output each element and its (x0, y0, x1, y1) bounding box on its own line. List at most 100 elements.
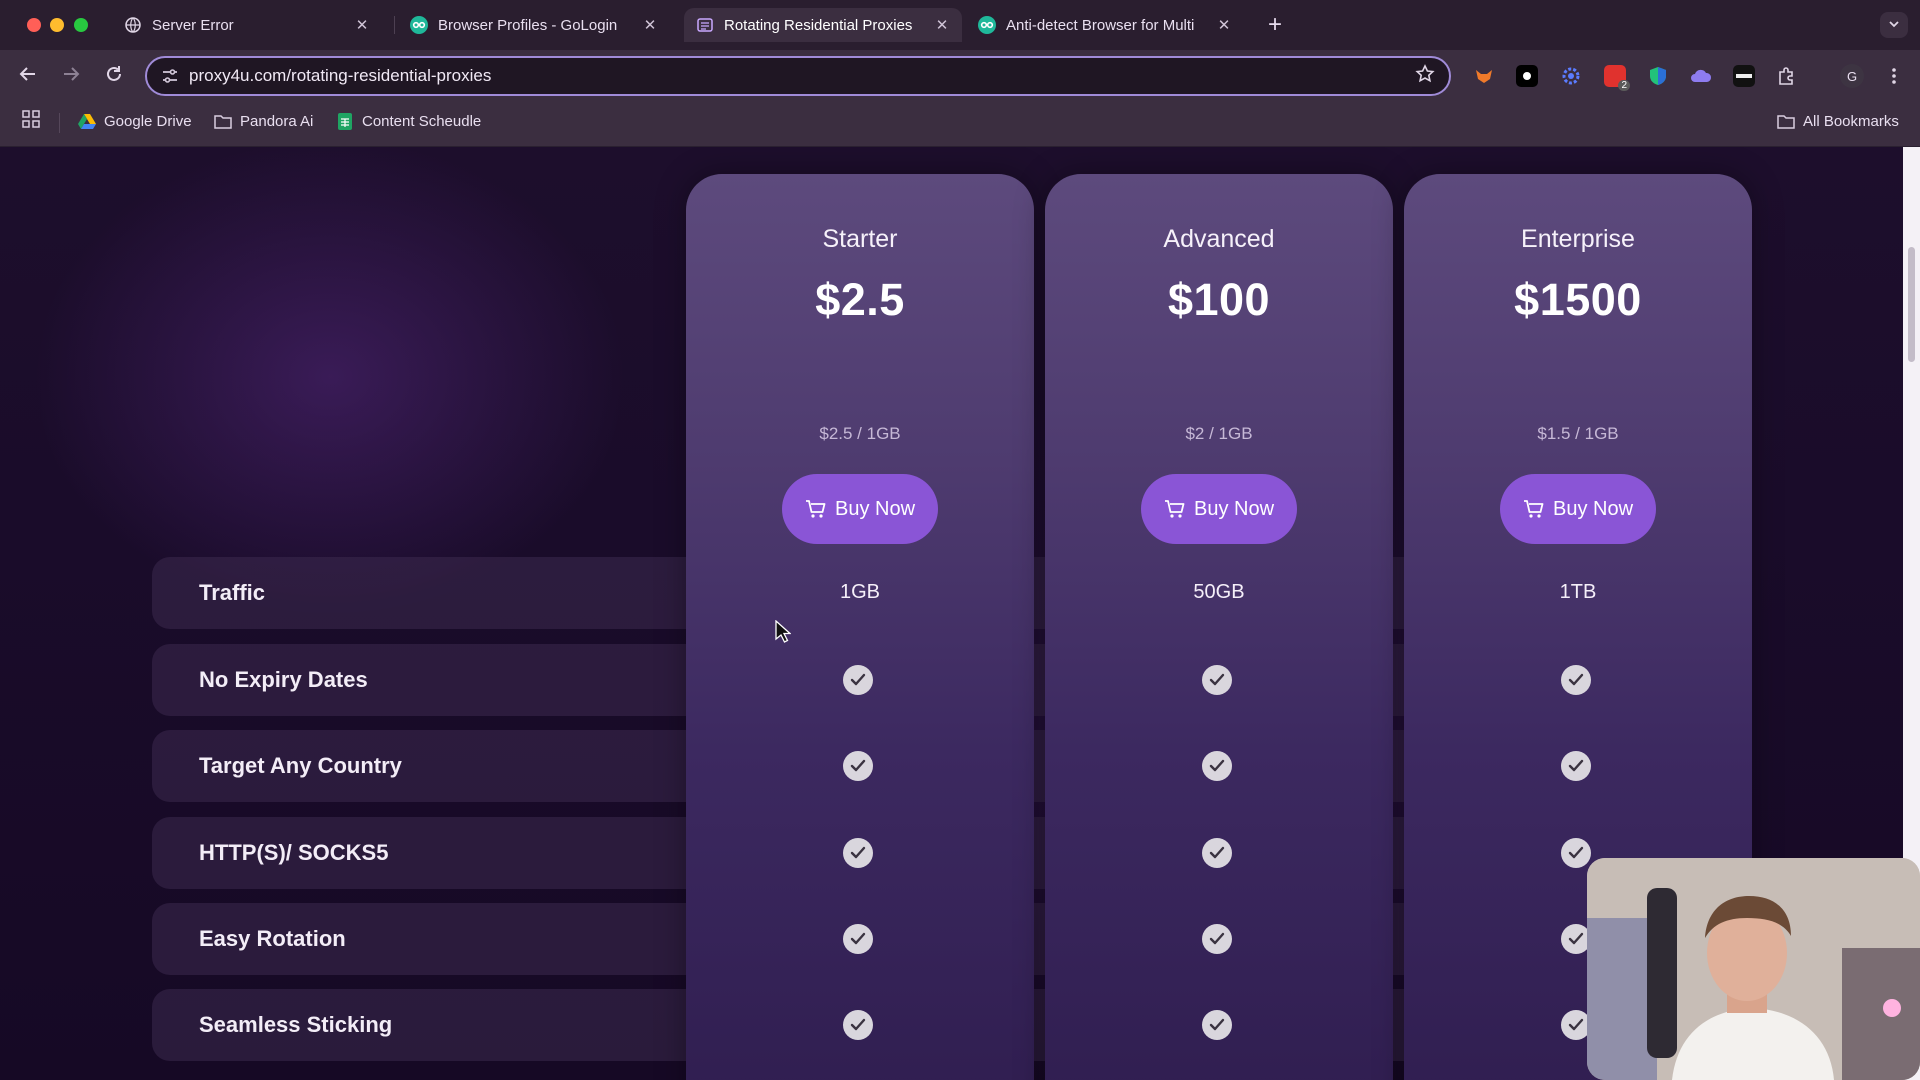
webcam-overlay (1587, 858, 1920, 1080)
all-bookmarks-button[interactable]: All Bookmarks (1777, 103, 1899, 139)
tab-anti-detect-browser[interactable]: Anti-detect Browser for Multi ✕ (966, 8, 1244, 42)
cart-icon (1523, 498, 1545, 520)
tab-close-icon[interactable]: ✕ (638, 16, 662, 34)
plan-price: $2.5 (815, 274, 905, 325)
forward-button[interactable] (56, 62, 86, 92)
fox-extension-icon[interactable] (1473, 65, 1495, 87)
feature-label: Easy Rotation (199, 926, 346, 951)
shield-extension-icon[interactable] (1647, 65, 1669, 87)
bookmark-label: Content Scheudle (362, 112, 482, 130)
feature-label: Target Any Country (199, 753, 402, 778)
buy-now-button-advanced[interactable]: Buy Now (1141, 474, 1297, 544)
check-icon (1561, 838, 1591, 868)
buy-now-button-enterprise[interactable]: Buy Now (1500, 474, 1656, 544)
mouse-cursor-icon (775, 620, 791, 643)
tab-close-icon[interactable]: ✕ (1212, 16, 1236, 34)
window-minimize-button[interactable] (50, 18, 64, 32)
bookmark-content-scheudle[interactable]: Content Scheudle (336, 103, 481, 139)
plan-name: Starter (822, 225, 898, 253)
apps-grid-button[interactable] (22, 103, 40, 139)
tab-title: Rotating Residential Proxies (724, 16, 913, 34)
bookmark-google-drive[interactable]: Google Drive (78, 103, 192, 139)
plan-unit-price: $2.5 / 1GB (819, 424, 901, 443)
plan-name: Advanced (1163, 225, 1275, 253)
check-icon (843, 838, 873, 868)
buy-now-label: Buy Now (834, 497, 916, 520)
tab-rotating-residential-proxies[interactable]: Rotating Residential Proxies ✕ (684, 8, 962, 42)
feature-label: Seamless Sticking (199, 1012, 393, 1037)
sheets-icon (336, 112, 354, 130)
tab-title: Anti-detect Browser for Multi (1006, 16, 1195, 34)
buy-now-button-starter[interactable]: Buy Now (782, 474, 938, 544)
google-drive-icon (78, 113, 96, 129)
presenter-video (1587, 858, 1920, 1080)
feature-label: No Expiry Dates (199, 667, 368, 692)
camera-extension-icon[interactable] (1516, 65, 1538, 87)
buy-now-label: Buy Now (1552, 497, 1634, 520)
gologin-icon (978, 16, 996, 34)
tab-close-icon[interactable]: ✕ (350, 16, 374, 34)
tab-close-icon[interactable]: ✕ (930, 16, 954, 34)
folder-icon (214, 113, 232, 129)
chevron-down-icon (1888, 18, 1900, 32)
bookmarks-divider (59, 113, 60, 133)
arrow-right-icon (64, 67, 80, 81)
plan-card-starter: Starter $2.5 $2.5 / 1GB Buy Now 1GB (686, 174, 1034, 1080)
check-icon (843, 751, 873, 781)
tab-title: Server Error (152, 16, 234, 34)
cloud-extension-icon[interactable] (1690, 65, 1712, 87)
bookmark-pandora-ai[interactable]: Pandora Ai (214, 103, 313, 139)
traffic-value: 50GB (1193, 581, 1245, 603)
check-icon (1561, 751, 1591, 781)
scrollbar-thumb[interactable] (1908, 247, 1915, 362)
back-button[interactable] (13, 62, 43, 92)
reload-button[interactable] (99, 62, 129, 92)
url-text: proxy4u.com/rotating-residential-proxies (189, 66, 492, 85)
plan-card-advanced: Advanced $100 $2 / 1GB Buy Now 50GB (1045, 174, 1393, 1080)
check-icon (843, 665, 873, 695)
new-tab-button[interactable]: + (1261, 10, 1289, 40)
globe-icon (124, 16, 142, 34)
buy-now-label: Buy Now (1193, 497, 1275, 520)
window-close-button[interactable] (27, 18, 41, 32)
address-bar[interactable]: proxy4u.com/rotating-residential-proxies (145, 56, 1451, 96)
plan-unit-price: $2 / 1GB (1185, 424, 1253, 443)
bookmark-label: Google Drive (104, 112, 192, 130)
check-icon (1202, 838, 1232, 868)
apps-grid-icon (22, 110, 40, 132)
puzzle-extensions-icon[interactable] (1776, 65, 1798, 87)
plan-price: $1500 (1514, 274, 1642, 325)
profile-avatar[interactable]: G (1840, 64, 1864, 88)
browser-toolbar: proxy4u.com/rotating-residential-proxies… (0, 50, 1920, 103)
calendar-extension-icon[interactable]: 2 (1604, 65, 1630, 91)
folder-icon (1777, 113, 1795, 129)
check-icon (843, 924, 873, 954)
plan-price: $100 (1167, 274, 1271, 325)
bookmark-star-icon[interactable] (1415, 64, 1435, 90)
dark-extension-icon[interactable] (1733, 65, 1755, 87)
site-settings-icon[interactable] (161, 67, 179, 85)
extension-badge: 2 (1618, 80, 1630, 91)
traffic-value: 1TB (1559, 581, 1597, 603)
page-icon (696, 16, 714, 34)
reload-icon (107, 66, 121, 81)
check-icon (1202, 924, 1232, 954)
tab-search-button[interactable] (1880, 12, 1908, 38)
plan-unit-price: $1.5 / 1GB (1537, 424, 1619, 443)
bookmark-label: Pandora Ai (240, 112, 314, 130)
gear-extension-icon[interactable] (1560, 65, 1582, 87)
cart-icon (805, 498, 827, 520)
window-maximize-button[interactable] (74, 18, 88, 32)
check-icon (1202, 665, 1232, 695)
feature-label: HTTP(S)/ SOCKS5 (199, 840, 389, 865)
tab-title: Browser Profiles - GoLogin (438, 16, 618, 34)
kebab-menu-icon[interactable] (1883, 65, 1905, 87)
tab-bar: Server Error ✕ Browser Profiles - GoLogi… (0, 0, 1920, 50)
tab-server-error[interactable]: Server Error ✕ (112, 8, 382, 42)
arrow-left-icon (19, 67, 35, 81)
check-icon (1561, 665, 1591, 695)
plan-name: Enterprise (1521, 225, 1635, 253)
check-icon (1202, 751, 1232, 781)
traffic-value: 1GB (839, 581, 881, 603)
tab-gologin-profiles[interactable]: Browser Profiles - GoLogin ✕ (398, 8, 670, 42)
